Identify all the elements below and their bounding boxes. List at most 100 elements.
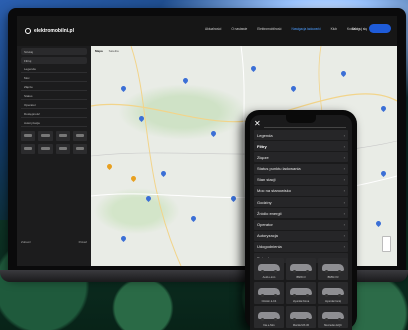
tab-map[interactable]: Mapa bbox=[95, 49, 103, 53]
chevron-right-icon: › bbox=[343, 210, 345, 216]
vehicle-name: BMW iX3 bbox=[327, 276, 339, 279]
chevron-right-icon: › bbox=[343, 199, 345, 205]
vehicle-name: Mercedes EQC bbox=[324, 324, 342, 327]
vehicle-name: Audi e-tron bbox=[262, 276, 276, 279]
car-icon bbox=[290, 264, 312, 273]
nav-item[interactable]: O nastawie bbox=[231, 27, 247, 31]
connector-option[interactable] bbox=[55, 144, 70, 154]
connector-option[interactable] bbox=[55, 131, 70, 141]
filter-list-item[interactable]: Godziny › bbox=[254, 197, 348, 208]
vehicle-card[interactable]: BMW iX3 bbox=[318, 258, 348, 280]
sidebar-item[interactable]: Moc bbox=[21, 75, 87, 82]
filter-list-item-label: Moc na stanowisko bbox=[257, 188, 292, 194]
vehicle-name: Hyundai Kona bbox=[292, 300, 310, 303]
site-logo[interactable]: elektromobilni.pl bbox=[25, 28, 74, 34]
logo-text: elektromobilni.pl bbox=[34, 28, 75, 34]
connector-option[interactable] bbox=[38, 131, 53, 141]
nav-item[interactable]: Aktualności bbox=[205, 27, 221, 31]
vehicle-card[interactable]: BMW i3 bbox=[286, 258, 316, 280]
filter-list-item[interactable]: Status punktu ładowania › bbox=[254, 163, 348, 174]
car-icon bbox=[322, 312, 344, 321]
zoom-control[interactable] bbox=[382, 236, 391, 252]
filter-list-item[interactable]: Autoryzacja › bbox=[254, 230, 348, 241]
vehicle-card[interactable]: Hyundai Ioniq bbox=[318, 282, 348, 304]
filter-list-item-label: Filtry bbox=[257, 143, 267, 149]
sidebar-item[interactable]: Status bbox=[21, 93, 87, 100]
vehicle-name: Citroën ë-C4 bbox=[261, 300, 277, 303]
login-link[interactable]: Zaloguj się bbox=[352, 27, 367, 31]
chevron-right-icon: › bbox=[343, 233, 345, 239]
vehicle-name: Mazda MX-30 bbox=[292, 324, 310, 327]
connector-grid bbox=[21, 131, 87, 154]
power-icon bbox=[25, 28, 31, 34]
filter-list-item[interactable]: Stan stacji › bbox=[254, 174, 348, 185]
filter-list-item-label: Źródło energii bbox=[257, 210, 282, 216]
map-type-tabs: Mapa Satelita bbox=[95, 49, 119, 53]
filter-list-item-label: Udogodnienia bbox=[257, 244, 282, 250]
phone: ✕ Legenda › Filtry › Złącze › Status punktu ła… bbox=[245, 110, 357, 330]
filter-list-item[interactable]: Moc na stanowisko › bbox=[254, 185, 348, 196]
car-icon bbox=[258, 312, 280, 321]
filter-list-item[interactable]: Udogodnienia › bbox=[254, 241, 348, 252]
filter-list-item[interactable]: Złącze › bbox=[254, 152, 348, 163]
sidebar-footer-right[interactable]: Pokaż bbox=[79, 240, 87, 246]
vehicle-card[interactable]: Mazda MX-30 bbox=[286, 306, 316, 328]
nav-item-active[interactable]: Nawigacja ładowarki bbox=[292, 27, 321, 31]
filter-list-item-label: Stan stacji bbox=[257, 177, 276, 183]
chevron-right-icon: › bbox=[343, 132, 345, 138]
connector-option[interactable] bbox=[72, 131, 87, 141]
nav-item[interactable]: Klub bbox=[331, 27, 337, 31]
vehicle-card[interactable]: Mercedes EQC bbox=[318, 306, 348, 328]
connector-option[interactable] bbox=[38, 144, 53, 154]
chevron-right-icon: › bbox=[343, 166, 345, 172]
connector-option[interactable] bbox=[21, 144, 36, 154]
filter-list-item-label: Legenda bbox=[257, 132, 273, 138]
car-icon bbox=[322, 264, 344, 273]
phone-screen: ✕ Legenda › Filtry › Złącze › Status punktu ła… bbox=[250, 115, 352, 330]
sidebar-item[interactable]: Autoryzacja bbox=[21, 120, 87, 127]
vehicle-card[interactable]: Hyundai Kona bbox=[286, 282, 316, 304]
filter-sidebar: Szukaj Filtruj Legenda Moc Złącze Status… bbox=[17, 46, 91, 266]
chevron-right-icon: › bbox=[343, 244, 345, 250]
vehicle-name: BMW i3 bbox=[296, 276, 306, 279]
vehicle-card[interactable]: Citroën ë-C4 bbox=[254, 282, 284, 304]
tab-satellite[interactable]: Satelita bbox=[109, 49, 119, 53]
main-nav: Aktualności O nastawie Elektromobilność … bbox=[205, 27, 358, 31]
chevron-right-icon: › bbox=[343, 154, 345, 160]
phone-search-field[interactable] bbox=[264, 121, 346, 128]
car-icon bbox=[258, 288, 280, 297]
chevron-right-icon: › bbox=[343, 143, 345, 149]
filter-list-item[interactable]: Operator › bbox=[254, 219, 348, 230]
car-icon bbox=[322, 288, 344, 297]
sidebar-search[interactable]: Szukaj bbox=[21, 48, 87, 55]
chevron-right-icon: › bbox=[343, 188, 345, 194]
vehicle-card[interactable]: Audi e-tron bbox=[254, 258, 284, 280]
close-icon[interactable]: ✕ bbox=[254, 120, 261, 128]
filter-list-item[interactable]: Filtry › bbox=[254, 141, 348, 152]
car-icon bbox=[290, 312, 312, 321]
sidebar-item[interactable]: Legenda bbox=[21, 66, 87, 73]
filter-list: Legenda › Filtry › Złącze › Status punktu łado… bbox=[254, 130, 348, 264]
filter-list-item[interactable]: Legenda › bbox=[254, 130, 348, 140]
nav-item[interactable]: Elektromobilność bbox=[257, 27, 281, 31]
connector-option[interactable] bbox=[72, 144, 87, 154]
vehicle-name: Kia e-Niro bbox=[263, 324, 275, 327]
vehicle-grid: Audi e-tron BMW i3 BMW iX3 Citroën ë-C4 Hyun… bbox=[254, 258, 348, 328]
filter-list-item[interactable]: Źródło energii › bbox=[254, 208, 348, 219]
connector-option[interactable] bbox=[21, 131, 36, 141]
sidebar-footer: Zobacz Pokaż bbox=[21, 240, 87, 246]
chevron-right-icon: › bbox=[343, 177, 345, 183]
filter-list-item-label: Operator bbox=[257, 222, 273, 227]
car-icon bbox=[290, 288, 312, 297]
sidebar-footer-left[interactable]: Zobacz bbox=[21, 240, 31, 246]
filter-list-item-label: Autoryzacja bbox=[257, 233, 278, 239]
filter-list-item-label: Status punktu ładowania bbox=[257, 166, 301, 172]
sidebar-filter[interactable]: Filtruj bbox=[21, 57, 87, 64]
sidebar-item[interactable]: Operator bbox=[21, 102, 87, 109]
vehicle-card[interactable]: Kia e-Niro bbox=[254, 306, 284, 328]
filter-list-item-label: Godziny bbox=[257, 199, 272, 205]
car-icon bbox=[258, 264, 280, 273]
sidebar-item[interactable]: Złącze bbox=[21, 84, 87, 91]
sidebar-item[interactable]: Dostępność bbox=[21, 111, 87, 118]
cta-button[interactable] bbox=[369, 24, 391, 33]
